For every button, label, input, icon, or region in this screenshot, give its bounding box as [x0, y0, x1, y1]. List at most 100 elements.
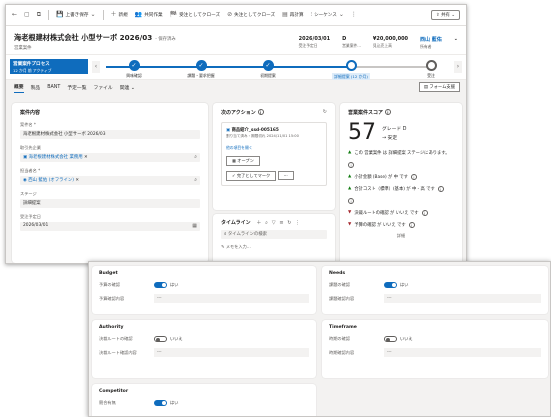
header-field-owner[interactable]: 西山 藍佑 所有者: [420, 36, 442, 50]
revenue-label: 見込売上高: [372, 43, 392, 48]
account-lookup[interactable]: ▣ 海老根建材株式会社 業務用 ✕ ⌕: [20, 153, 200, 162]
stage-develop[interactable]: ✓ 課題・要求把握: [166, 60, 236, 79]
people-icon: 👥: [134, 11, 143, 18]
collaborate-button[interactable]: 👥 共同作業: [134, 11, 163, 19]
needs-detail-input[interactable]: ---: [384, 294, 541, 303]
info-icon[interactable]: i: [421, 210, 428, 216]
stage-won[interactable]: 受注: [396, 60, 466, 79]
details-section: 案件内容 案件名 * 海老根建材株式会社 小型サーボ 2026/03 取引先企業…: [12, 103, 208, 263]
contact-link[interactable]: 西山 藍佑 (オフライン): [28, 178, 74, 183]
owner-value[interactable]: 西山 藍佑: [420, 36, 442, 43]
more-commands-button[interactable]: ⋮: [351, 12, 357, 18]
stage-value: 詳細提案: [23, 201, 41, 206]
info-icon[interactable]: i: [437, 186, 444, 192]
open-button[interactable]: ▦ オープン: [226, 156, 260, 166]
mark-complete-button[interactable]: ✓ 完了としてマーク: [226, 171, 277, 181]
timeline-search-input[interactable]: ⌕ タイムラインの検索: [221, 230, 327, 239]
competitor-toggle[interactable]: [154, 400, 167, 406]
more-options-button[interactable]: ···: [277, 171, 294, 180]
budget-confirm-toggle[interactable]: [154, 282, 167, 288]
close-as-lost-label: 失注としてクローズ: [234, 13, 276, 18]
tab-activities[interactable]: 予定一覧: [67, 84, 86, 93]
open-in-window-button[interactable]: ▢: [24, 12, 30, 18]
more-icon[interactable]: ⋮: [295, 220, 300, 226]
filter-icon[interactable]: ▽: [272, 220, 276, 226]
new-button[interactable]: ＋新規: [110, 11, 128, 19]
field-label: 決裁ルートの確認: [99, 336, 133, 341]
section-title: タイムライン ＋ ⌕ ▽ ≡ ↻ ⋮: [221, 219, 327, 226]
stage-qualify[interactable]: ✓ 興味確認: [99, 60, 169, 79]
authority-section: Authority 決裁ルートの確認 いいえ 決裁ルート確認内容 ---: [92, 320, 316, 378]
calendar-icon[interactable]: ▦: [192, 223, 197, 229]
stage-label: 受注: [427, 73, 435, 78]
timeframe-detail-input[interactable]: ---: [384, 348, 541, 357]
remove-icon[interactable]: ✕: [83, 155, 88, 160]
timeframe-detail-row: 時期確認内容 ---: [329, 348, 541, 357]
header-field-close-date[interactable]: 2026/03/01 受注予定日: [299, 36, 330, 49]
topic-input[interactable]: 海老根建材株式会社 小型サーボ 2026/03: [20, 130, 200, 139]
tab-related[interactable]: 関連 ⌄: [120, 84, 135, 93]
toggle-knob: [386, 337, 390, 342]
authority-detail-row: 決裁ルート確認内容 ---: [99, 348, 309, 357]
close-date-field-value: 2026/03/01: [23, 223, 49, 228]
save-button[interactable]: 💾 上書き保存 ⌄: [56, 12, 96, 19]
info-icon[interactable]: i: [257, 109, 264, 115]
contact-lookup[interactable]: ◉ 西山 藍佑 (オフライン) ✕ ⌕: [20, 176, 200, 185]
chevron-down-icon: ⌄: [338, 11, 344, 18]
activity-name[interactable]: 商品紹介_ssd-005165: [232, 128, 279, 133]
budget-detail-input[interactable]: ---: [154, 294, 309, 303]
process-tag[interactable]: 営業案件プロセス 12 か月 前 アクティブ: [10, 59, 88, 74]
header-field-grade[interactable]: D 営業案件...: [342, 36, 361, 49]
refresh-icon[interactable]: ↻: [323, 109, 327, 115]
toggle-value: いいえ: [400, 336, 413, 341]
stage-input[interactable]: 詳細提案: [20, 199, 200, 208]
field-label: 競合有無: [99, 400, 116, 405]
header-expand-button[interactable]: ⌄: [454, 36, 458, 42]
info-icon[interactable]: i: [384, 109, 391, 115]
details-link[interactable]: 詳細: [348, 233, 454, 239]
remove-icon[interactable]: ✕: [74, 178, 79, 183]
tab-files[interactable]: ファイル: [94, 84, 113, 93]
info-icon[interactable]: i: [348, 162, 354, 168]
close-as-lost-button[interactable]: ⊘ 失注としてクローズ: [227, 11, 276, 19]
close-date-label: 受注予定日: [298, 43, 318, 48]
form-tabs: 概要 製品 BANT 予定一覧 ファイル 関連 ⌄ ▤ フォーム支援: [6, 80, 466, 96]
info-icon[interactable]: i: [408, 222, 415, 228]
note-input[interactable]: ✎ メモを入力...: [221, 244, 327, 250]
authority-detail-input[interactable]: ---: [154, 348, 309, 357]
sequence-button[interactable]: ⫶ シーケンス ⌄: [311, 11, 344, 19]
refresh-icon[interactable]: ↻: [287, 220, 291, 226]
attach-icon[interactable]: ⌕: [265, 220, 268, 226]
back-button[interactable]: ←: [12, 12, 17, 18]
tab-summary[interactable]: 概要: [14, 83, 24, 93]
info-icon[interactable]: i: [348, 198, 354, 204]
stage-propose[interactable]: ✓ 初期提案: [233, 60, 303, 79]
form-support-label: フォーム支援: [429, 85, 455, 90]
recalculate-button[interactable]: ▤ 再計算: [282, 12, 303, 19]
stage-detailed-proposal[interactable]: 詳細提案 (12 か月): [316, 60, 386, 81]
share-button[interactable]: ⇪ 共有 ⌄: [431, 10, 460, 20]
info-icon[interactable]: i: [410, 174, 417, 180]
search-icon[interactable]: ⌕: [194, 177, 197, 183]
needs-confirm-toggle[interactable]: [384, 282, 397, 288]
insight-item: ▲ この 営業案件 は 詳細提案 ステージにあります。: [348, 150, 454, 156]
add-icon[interactable]: ＋: [256, 220, 261, 226]
authority-confirm-toggle[interactable]: [154, 336, 167, 342]
form-support-button[interactable]: ▤ フォーム支援: [418, 82, 460, 92]
plus-icon: ＋: [110, 11, 117, 18]
search-icon[interactable]: ⌕: [194, 154, 197, 160]
list-icon[interactable]: ≡: [279, 220, 283, 226]
block-icon: ⊘: [227, 11, 233, 18]
close-date-value: 2026/03/01: [298, 36, 331, 42]
close-date-input[interactable]: 2026/03/01 ▦: [20, 222, 200, 231]
tab-bant[interactable]: BANT: [47, 85, 60, 92]
timeframe-confirm-toggle[interactable]: [384, 336, 397, 342]
account-link[interactable]: 海老根建材株式会社 業務用: [29, 155, 83, 160]
close-as-won-button[interactable]: 🏁 受注としてクローズ: [170, 12, 220, 19]
activity-item[interactable]: ▣ 商品紹介_ssd-005165 割り当て済み・期限切れ 2024/11/01…: [221, 122, 327, 186]
tab-products[interactable]: 製品: [31, 84, 41, 93]
mark-complete-label: 完了としてマーク: [236, 173, 271, 178]
new-label: 新規: [118, 13, 128, 18]
header-field-revenue[interactable]: ¥20,000,000 見込売上高: [373, 36, 408, 49]
popout-button[interactable]: ⧉: [37, 12, 41, 18]
